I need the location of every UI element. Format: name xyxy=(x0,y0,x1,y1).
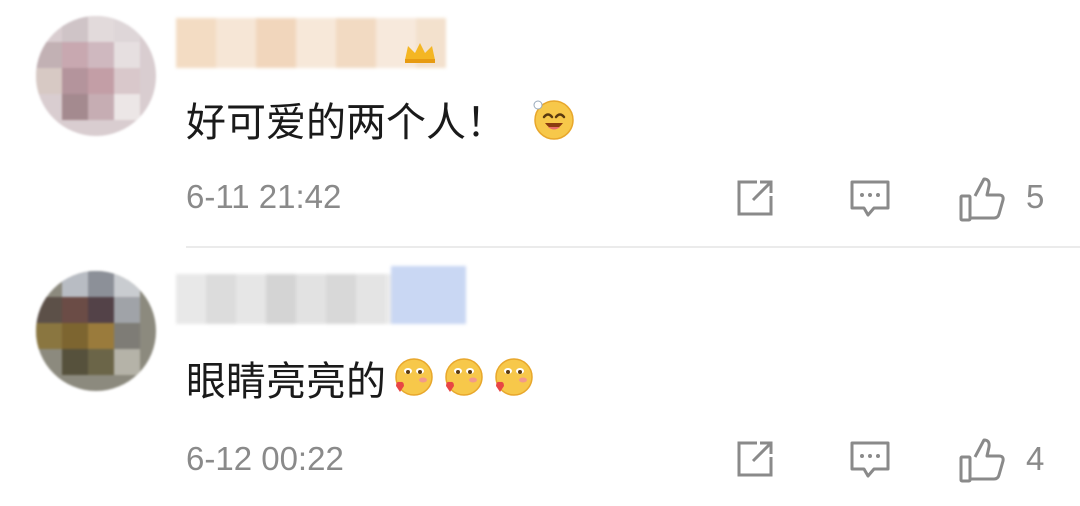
comment-icon[interactable] xyxy=(848,437,892,481)
timestamp: 6-12 00:22 xyxy=(186,440,344,477)
share-icon[interactable] xyxy=(733,437,777,481)
like-icon[interactable] xyxy=(958,437,1006,485)
like-icon[interactable] xyxy=(958,176,1006,224)
blush-heart-icon xyxy=(395,358,433,396)
share-icon[interactable] xyxy=(733,176,777,220)
comment-text: 好可爱的两个人！ xyxy=(186,92,576,146)
blush-heart-icon xyxy=(445,358,483,396)
like-count: 5 xyxy=(1026,178,1045,215)
comment-icon[interactable] xyxy=(848,176,892,220)
comment-item: 好可爱的两个人！ 6-11 21:42 5 xyxy=(0,0,1080,246)
crown-badge-icon xyxy=(405,43,435,63)
comment-item: 眼睛亮亮的 6-12 00:22 4 xyxy=(0,247,1080,506)
blush-heart-icon xyxy=(495,358,533,396)
like-count: 4 xyxy=(1026,440,1045,477)
comment-text: 眼睛亮亮的 xyxy=(186,351,534,405)
avatar[interactable] xyxy=(36,271,156,391)
timestamp: 6-11 21:42 xyxy=(186,178,342,215)
avatar[interactable] xyxy=(36,16,156,136)
grin-icon xyxy=(533,100,574,140)
